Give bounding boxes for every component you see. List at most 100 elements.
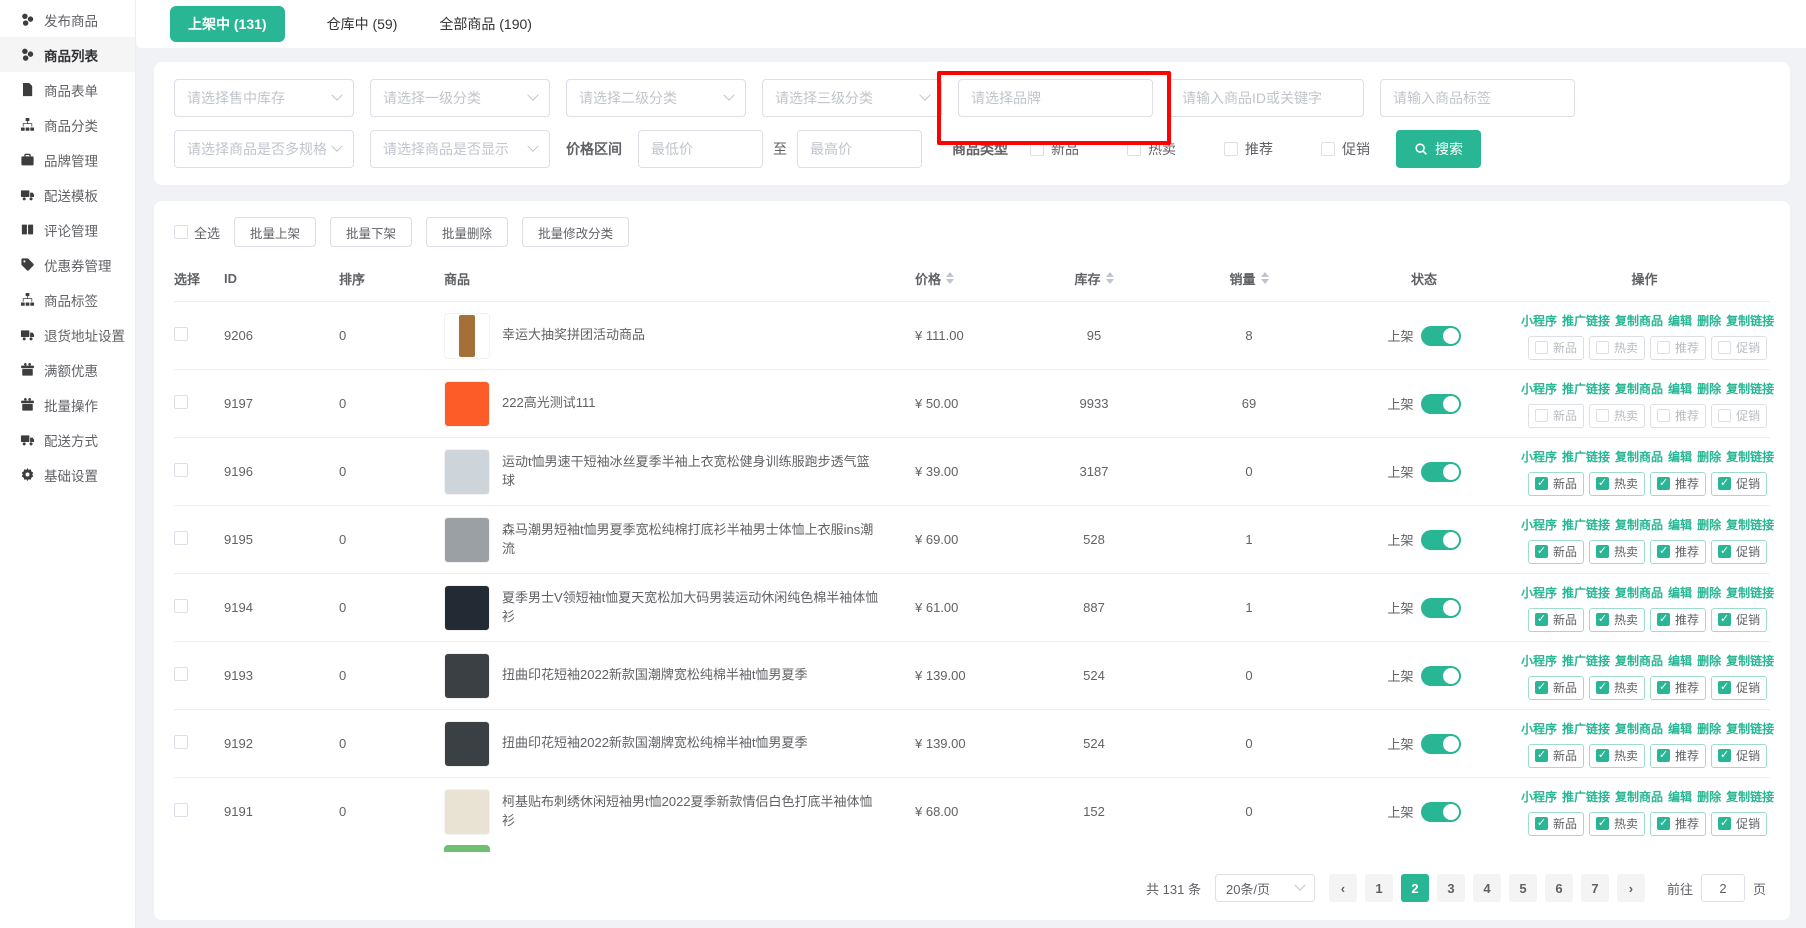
tag-checkbox[interactable]: ✓热卖 xyxy=(1589,540,1645,564)
product-thumbnail[interactable] xyxy=(444,449,490,495)
tag-checkbox[interactable]: ✓促销 xyxy=(1711,540,1767,564)
status-toggle[interactable] xyxy=(1421,394,1461,414)
batch-action-button[interactable]: 批量删除 xyxy=(426,217,508,247)
action-link[interactable]: 复制链接 xyxy=(1726,380,1774,397)
action-link[interactable]: 复制链接 xyxy=(1726,720,1774,737)
tab[interactable]: 上架中 (131) xyxy=(170,6,285,42)
filter-select-row1-1[interactable]: 请选择售中库存 xyxy=(174,79,354,117)
tag-checkbox[interactable]: ✓新品 xyxy=(1528,472,1584,496)
max-price-input[interactable] xyxy=(797,130,922,168)
tag-checkbox[interactable]: ✓推荐 xyxy=(1650,608,1706,632)
tag-checkbox[interactable]: ✓新品 xyxy=(1528,812,1584,836)
tag-checkbox[interactable]: ✓促销 xyxy=(1711,676,1767,700)
product-type-checkbox[interactable]: 推荐 xyxy=(1224,139,1273,159)
goto-page-input[interactable] xyxy=(1701,874,1745,902)
sidebar-item[interactable]: 商品分类 xyxy=(0,107,135,142)
sort-carets-icon[interactable] xyxy=(1106,272,1114,285)
tag-checkbox[interactable]: 促销 xyxy=(1711,404,1767,428)
action-link[interactable]: 小程序 xyxy=(1521,380,1557,397)
product-thumbnail[interactable] xyxy=(444,517,490,563)
action-link[interactable]: 小程序 xyxy=(1521,788,1557,805)
product-thumbnail[interactable] xyxy=(444,585,490,631)
action-link[interactable]: 小程序 xyxy=(1521,516,1557,533)
page-button[interactable]: 6 xyxy=(1545,874,1573,902)
status-toggle[interactable] xyxy=(1421,462,1461,482)
tag-checkbox[interactable]: ✓新品 xyxy=(1528,540,1584,564)
sidebar-item[interactable]: 发布商品 xyxy=(0,2,135,37)
product-thumbnail[interactable] xyxy=(444,721,490,767)
page-button[interactable]: 5 xyxy=(1509,874,1537,902)
action-link[interactable]: 复制商品 xyxy=(1615,788,1663,805)
tag-checkbox[interactable]: 热卖 xyxy=(1589,404,1645,428)
tag-checkbox[interactable]: ✓新品 xyxy=(1528,608,1584,632)
action-link[interactable]: 编辑 xyxy=(1668,584,1692,601)
action-link[interactable]: 推广链接 xyxy=(1562,584,1610,601)
tag-checkbox[interactable]: ✓促销 xyxy=(1711,812,1767,836)
tag-checkbox[interactable]: 推荐 xyxy=(1650,404,1706,428)
action-link[interactable]: 复制链接 xyxy=(1726,312,1774,329)
status-toggle[interactable] xyxy=(1421,734,1461,754)
action-link[interactable]: 编辑 xyxy=(1668,720,1692,737)
page-button[interactable]: 4 xyxy=(1473,874,1501,902)
action-link[interactable]: 推广链接 xyxy=(1562,312,1610,329)
row-checkbox[interactable] xyxy=(174,531,188,545)
sidebar-item[interactable]: 退货地址设置 xyxy=(0,317,135,352)
action-link[interactable]: 编辑 xyxy=(1668,652,1692,669)
batch-action-button[interactable]: 批量下架 xyxy=(330,217,412,247)
action-link[interactable]: 复制链接 xyxy=(1726,788,1774,805)
sidebar-item[interactable]: 配送方式 xyxy=(0,422,135,457)
filter-select-row1-2[interactable]: 请选择一级分类 xyxy=(370,79,550,117)
row-checkbox[interactable] xyxy=(174,327,188,341)
tag-checkbox[interactable]: ✓促销 xyxy=(1711,744,1767,768)
tag-checkbox[interactable]: ✓热卖 xyxy=(1589,676,1645,700)
brand-input[interactable] xyxy=(958,79,1153,117)
product-thumbnail[interactable] xyxy=(444,789,490,835)
action-link[interactable]: 编辑 xyxy=(1668,380,1692,397)
action-link[interactable]: 编辑 xyxy=(1668,312,1692,329)
action-link[interactable]: 推广链接 xyxy=(1562,720,1610,737)
page-button[interactable]: 7 xyxy=(1581,874,1609,902)
action-link[interactable]: 推广链接 xyxy=(1562,380,1610,397)
tag-checkbox[interactable]: ✓推荐 xyxy=(1650,744,1706,768)
sidebar-item[interactable]: 满额优惠 xyxy=(0,352,135,387)
action-link[interactable]: 复制链接 xyxy=(1726,448,1774,465)
action-link[interactable]: 删除 xyxy=(1697,448,1721,465)
action-link[interactable]: 删除 xyxy=(1697,516,1721,533)
action-link[interactable]: 小程序 xyxy=(1521,652,1557,669)
action-link[interactable]: 小程序 xyxy=(1521,448,1557,465)
action-link[interactable]: 删除 xyxy=(1697,720,1721,737)
action-link[interactable]: 复制商品 xyxy=(1615,652,1663,669)
sidebar-item[interactable]: 评论管理 xyxy=(0,212,135,247)
action-link[interactable]: 推广链接 xyxy=(1562,652,1610,669)
action-link[interactable]: 删除 xyxy=(1697,312,1721,329)
product-tag-input[interactable] xyxy=(1380,79,1575,117)
row-checkbox[interactable] xyxy=(174,599,188,613)
action-link[interactable]: 编辑 xyxy=(1668,516,1692,533)
page-button[interactable]: 1 xyxy=(1365,874,1393,902)
next-page-button[interactable]: › xyxy=(1617,874,1645,902)
action-link[interactable]: 推广链接 xyxy=(1562,788,1610,805)
product-type-checkbox[interactable]: 新品 xyxy=(1030,139,1079,159)
status-toggle[interactable] xyxy=(1421,530,1461,550)
tag-checkbox[interactable]: ✓新品 xyxy=(1528,744,1584,768)
tag-checkbox[interactable]: ✓推荐 xyxy=(1650,676,1706,700)
tag-checkbox[interactable]: 推荐 xyxy=(1650,336,1706,360)
status-toggle[interactable] xyxy=(1421,598,1461,618)
row-checkbox[interactable] xyxy=(174,667,188,681)
sidebar-item[interactable]: 基础设置 xyxy=(0,457,135,492)
action-link[interactable]: 编辑 xyxy=(1668,448,1692,465)
action-link[interactable]: 删除 xyxy=(1697,788,1721,805)
search-button[interactable]: 搜索 xyxy=(1396,130,1481,168)
tab[interactable]: 全部商品 (190) xyxy=(439,14,532,34)
row-checkbox[interactable] xyxy=(174,735,188,749)
sort-carets-icon[interactable] xyxy=(946,272,954,285)
action-link[interactable]: 小程序 xyxy=(1521,312,1557,329)
select-all-checkbox[interactable]: 全选 xyxy=(174,223,220,242)
tag-checkbox[interactable]: ✓促销 xyxy=(1711,608,1767,632)
tag-checkbox[interactable]: ✓热卖 xyxy=(1589,608,1645,632)
tag-checkbox[interactable]: 促销 xyxy=(1711,336,1767,360)
action-link[interactable]: 推广链接 xyxy=(1562,516,1610,533)
min-price-input[interactable] xyxy=(638,130,763,168)
status-toggle[interactable] xyxy=(1421,326,1461,346)
sidebar-item[interactable]: 优惠券管理 xyxy=(0,247,135,282)
